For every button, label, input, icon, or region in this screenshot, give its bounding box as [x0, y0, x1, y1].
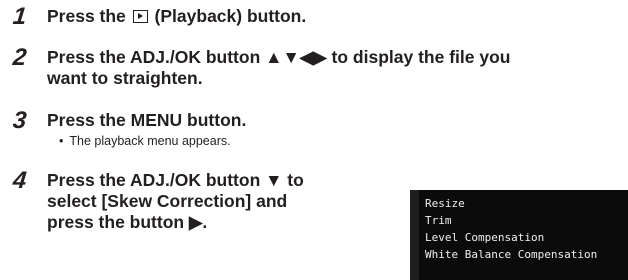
- camera-menu-panel: Resize Trim Level Compensation White Bal…: [419, 190, 628, 280]
- step-text-line: want to straighten.: [47, 68, 203, 88]
- menu-item-trim: Trim: [425, 214, 452, 227]
- camera-menu-screenshot: Resize Trim Level Compensation White Bal…: [410, 190, 628, 280]
- step-text-line: select [Skew Correction] and: [47, 191, 288, 211]
- sub-text: The playback menu appears.: [69, 134, 231, 148]
- step-sub-bullet: • The playback menu appears.: [59, 134, 231, 149]
- step-number: 3: [11, 107, 28, 134]
- menu-item-level-compensation: Level Compensation: [425, 231, 545, 244]
- menu-item-resize: Resize: [425, 197, 465, 210]
- bullet: •: [59, 134, 64, 148]
- step-number: 1: [11, 3, 28, 30]
- step-text-before: Press the: [47, 6, 126, 26]
- step-text: Press the (Playback) button.: [47, 6, 306, 27]
- step-text-line: Press the ADJ./OK button ▲▼◀▶ to display…: [47, 47, 511, 67]
- step-text-line: press the button ▶.: [47, 212, 208, 232]
- step-text-line: Press the MENU button.: [47, 110, 247, 130]
- menu-item-white-balance-compensation: White Balance Compensation: [425, 248, 598, 261]
- step-number: 2: [11, 44, 28, 71]
- playback-icon: [132, 10, 148, 23]
- step-text-line: Press the ADJ./OK button ▼ to: [47, 170, 304, 190]
- step-number: 4: [11, 167, 28, 194]
- step-text-after: (Playback) button.: [154, 6, 307, 26]
